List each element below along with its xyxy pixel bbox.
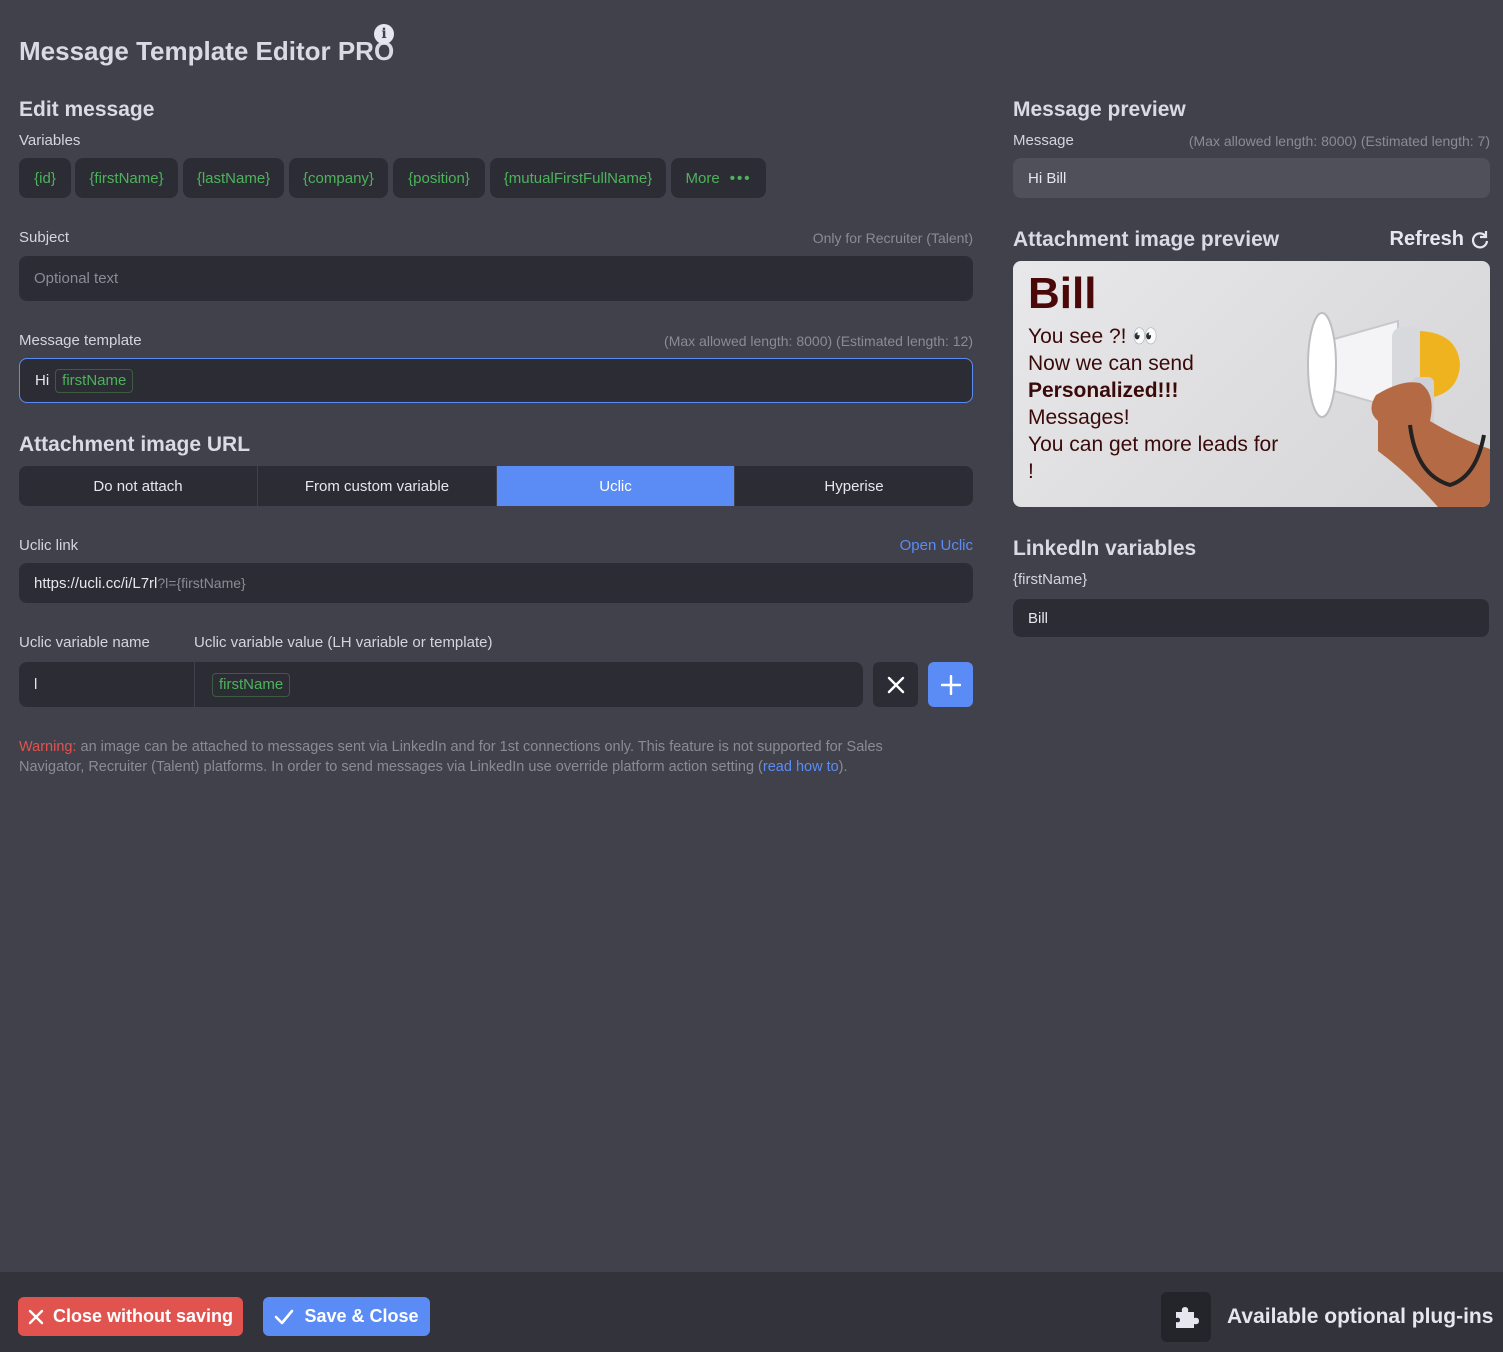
var-name-label: Uclic variable name xyxy=(19,634,150,651)
variable-chip-firstname[interactable]: {firstName} xyxy=(75,158,178,198)
subject-hint: Only for Recruiter (Talent) xyxy=(812,230,973,246)
refresh-button[interactable]: Refresh xyxy=(1390,228,1490,251)
refresh-icon xyxy=(1471,230,1489,248)
ellipsis-icon: ••• xyxy=(729,169,752,187)
read-how-to-link[interactable]: read how to xyxy=(763,759,839,775)
variable-chip-position[interactable]: {position} xyxy=(393,158,485,198)
option-hyperise[interactable]: Hyperise xyxy=(735,466,973,506)
add-variable-button[interactable] xyxy=(928,662,973,707)
attachment-image-preview: Bill You see ?! 👀 Now we can send Person… xyxy=(1013,261,1490,507)
info-icon[interactable]: i xyxy=(374,24,394,44)
plus-icon xyxy=(940,674,961,695)
variable-chip-company[interactable]: {company} xyxy=(289,158,388,198)
uclic-link-suffix: ?l={firstName} xyxy=(157,575,246,591)
option-do-not-attach[interactable]: Do not attach xyxy=(19,466,257,506)
image-preview-heading: Attachment image preview xyxy=(1013,228,1280,251)
image-line-1: You see ?! 👀 xyxy=(1028,325,1159,348)
image-line-2: Now we can send xyxy=(1028,352,1194,375)
attachment-heading: Attachment image URL xyxy=(19,433,251,456)
uclic-var-name-input[interactable]: l xyxy=(19,662,194,707)
message-preview-heading: Message preview xyxy=(1013,98,1186,121)
plugins-label: Available optional plug-ins xyxy=(1227,1305,1494,1328)
image-name: Bill xyxy=(1028,269,1097,318)
close-icon xyxy=(887,676,904,693)
linkedin-var-label: {firstName} xyxy=(1013,571,1088,588)
linkedin-var-input[interactable]: Bill xyxy=(1013,599,1489,637)
refresh-label: Refresh xyxy=(1389,228,1464,250)
subject-input[interactable]: Optional text xyxy=(19,256,973,301)
variable-chip-mutual[interactable]: {mutualFirstFullName} xyxy=(490,158,666,198)
image-line-6: ! xyxy=(1028,460,1034,483)
close-without-saving-button[interactable]: Close without saving xyxy=(18,1297,243,1336)
option-custom-variable[interactable]: From custom variable xyxy=(258,466,496,506)
save-label: Save & Close xyxy=(304,1306,419,1326)
puzzle-icon xyxy=(1161,1292,1211,1342)
open-uclic-link[interactable]: Open Uclic xyxy=(900,537,973,554)
var-value-tag[interactable]: firstName xyxy=(212,672,291,697)
uclic-var-value-input[interactable]: firstName xyxy=(194,662,863,707)
close-icon xyxy=(28,1309,44,1324)
image-line-5: You can get more leads for xyxy=(1028,433,1279,456)
image-line-4: Messages! xyxy=(1028,406,1130,429)
remove-variable-button[interactable] xyxy=(873,662,918,707)
var-value-label: Uclic variable value (LH variable or tem… xyxy=(194,634,493,651)
check-icon xyxy=(275,1309,294,1324)
template-label: Message template xyxy=(19,332,142,349)
edit-message-heading: Edit message xyxy=(19,98,155,121)
more-variables-button[interactable]: More ••• xyxy=(671,158,766,198)
variables-label: Variables xyxy=(19,132,81,149)
close-label: Close without saving xyxy=(52,1306,234,1326)
more-label: More xyxy=(685,169,720,187)
option-uclic[interactable]: Uclic xyxy=(497,466,734,506)
template-text: Hi xyxy=(35,372,50,389)
uclic-link-value: https://ucli.cc/i/L7rl xyxy=(34,574,158,592)
uclic-link-label: Uclic link xyxy=(19,537,79,554)
uclic-link-input[interactable]: https://ucli.cc/i/L7rl ?l={firstName} xyxy=(19,563,973,603)
linkedin-variables-heading: LinkedIn variables xyxy=(1013,537,1197,560)
variable-chip-id[interactable]: {id} xyxy=(19,158,71,198)
warning-end: ). xyxy=(838,759,848,775)
page-title: Message Template Editor PRO xyxy=(19,36,395,66)
message-preview-label: Message xyxy=(1013,132,1074,149)
template-input[interactable]: Hi firstName xyxy=(19,358,973,403)
warning-note: Warning: an image can be attached to mes… xyxy=(19,737,939,777)
image-line-3: Personalized!!! xyxy=(1028,379,1179,402)
variable-chip-lastname[interactable]: {lastName} xyxy=(183,158,284,198)
message-preview-output: Hi Bill xyxy=(1013,158,1490,198)
warning-prefix: Warning: xyxy=(19,739,77,755)
message-preview-hint: (Max allowed length: 8000) (Estimated le… xyxy=(1188,133,1490,149)
template-hint: (Max allowed length: 8000) (Estimated le… xyxy=(664,333,973,349)
image-text: You see ?! 👀 Now we can send Personalize… xyxy=(1028,323,1278,485)
megaphone-icon xyxy=(1307,312,1490,507)
plugins-button[interactable]: Available optional plug-ins xyxy=(1161,1292,1493,1342)
template-variable-tag[interactable]: firstName xyxy=(55,368,134,393)
subject-label: Subject xyxy=(19,229,70,246)
warning-text: an image can be attached to messages sen… xyxy=(19,739,883,775)
save-and-close-button[interactable]: Save & Close xyxy=(263,1297,430,1336)
